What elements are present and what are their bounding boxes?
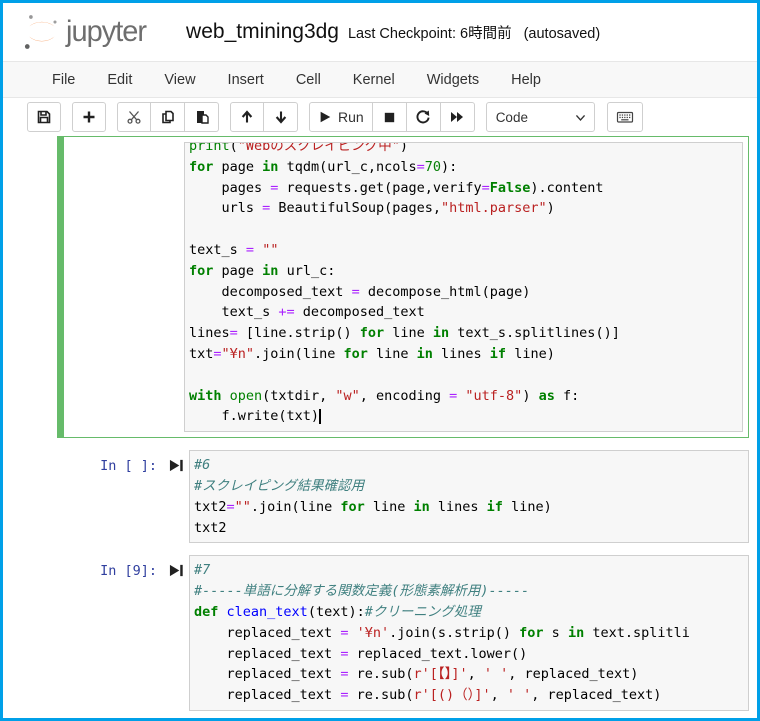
save-icon — [36, 109, 52, 125]
run-this-cell-button[interactable] — [169, 562, 184, 584]
run-this-cell-icon — [169, 457, 184, 474]
cell-prompt-column: In [9]: — [57, 555, 189, 711]
paste-icon — [194, 109, 210, 125]
code-line: print("Webのスクレイピング中") — [189, 142, 738, 157]
code-line: urls = BeautifulSoup(pages,"html.parser"… — [189, 198, 738, 219]
menu-bar: File Edit View Insert Cell Kernel Widget… — [3, 61, 757, 98]
code-line: with open(txtdir, "w", encoding = "utf-8… — [189, 386, 738, 407]
run-this-cell-button[interactable] — [169, 457, 184, 479]
jupyter-logo[interactable]: jupyter — [20, 11, 146, 53]
paste-button[interactable] — [185, 102, 219, 132]
cell-prompt-column: In [ ]: — [57, 450, 189, 543]
add-cell-button[interactable] — [72, 102, 106, 132]
notebook-area: print("Webのスクレイピング中")for page in tqdm(ur… — [3, 136, 757, 721]
code-line: text_s += decomposed_text — [189, 302, 738, 323]
move-cell-down-button[interactable] — [264, 102, 298, 132]
code-line: replaced_text = '¥n'.join(s.strip() for … — [194, 623, 744, 644]
move-up-icon — [239, 109, 255, 125]
code-line: #スクレイピング結果確認用 — [194, 476, 744, 497]
code-line: pages = requests.get(page,verify=False).… — [189, 178, 738, 199]
code-line: #6 — [194, 455, 744, 476]
stop-icon — [382, 110, 397, 125]
copy-button[interactable] — [151, 102, 185, 132]
code-line: txt2="".join(line for line in lines if l… — [194, 497, 744, 518]
move-down-icon — [273, 109, 289, 125]
restart-kernel-button[interactable] — [407, 102, 441, 132]
notebook-header: jupyter web_tmining3dg Last Checkpoint: … — [3, 3, 757, 61]
restart-kernel-icon — [415, 109, 431, 125]
code-line: lines= [line.strip() for line in text_s.… — [189, 323, 738, 344]
code-line: for page in url_c: — [189, 261, 738, 282]
input-prompt: In [9]: — [100, 562, 157, 580]
run-icon — [318, 110, 332, 124]
code-cell[interactable]: In [9]: #7#-----単語に分解する関数定義(形態素解析用)-----d… — [57, 555, 749, 711]
cell-prompt-column — [58, 142, 184, 432]
code-line: decomposed_text = decompose_html(page) — [189, 282, 738, 303]
chevron-down-icon — [574, 111, 587, 124]
menu-cell[interactable]: Cell — [280, 64, 337, 96]
text-cursor — [319, 409, 321, 424]
menu-file[interactable]: File — [36, 64, 91, 96]
input-prompt: In [ ]: — [100, 457, 157, 475]
code-line: def clean_text(text):#クリーニング処理 — [194, 602, 744, 623]
copy-icon — [160, 109, 176, 125]
code-line: txt="¥n".join(line for line in lines if … — [189, 344, 738, 365]
menu-insert[interactable]: Insert — [212, 64, 280, 96]
code-line: replaced_text = re.sub(r'[【】]', ' ', rep… — [194, 664, 744, 685]
restart-run-all-icon — [449, 109, 465, 125]
notebook-title[interactable]: web_tmining3dg — [186, 20, 339, 44]
code-editor[interactable]: #7#-----単語に分解する関数定義(形態素解析用)-----def clea… — [189, 555, 749, 711]
code-line — [189, 219, 738, 240]
keyboard-icon — [616, 109, 634, 125]
cut-icon — [126, 109, 142, 125]
titlebar: web_tmining3dg Last Checkpoint: 6時間前 (au… — [186, 20, 600, 44]
add-cell-icon — [81, 109, 97, 125]
code-line: for page in tqdm(url_c,ncols=70): — [189, 157, 738, 178]
code-editor[interactable]: #6#スクレイピング結果確認用txt2="".join(line for lin… — [189, 450, 749, 543]
restart-run-all-button[interactable] — [441, 102, 475, 132]
code-line: text_s = "" — [189, 240, 738, 261]
code-cell[interactable]: In [ ]: #6#スクレイピング結果確認用txt2="".join(line … — [57, 450, 749, 543]
run-button[interactable]: Run — [309, 102, 373, 132]
command-palette-button[interactable] — [607, 102, 643, 132]
code-line: f.write(txt) — [189, 406, 738, 427]
jupyter-logo-text: jupyter — [66, 15, 146, 49]
menu-widgets[interactable]: Widgets — [411, 64, 495, 96]
code-line: replaced_text = re.sub(r'[()（）]', ' ', r… — [194, 685, 744, 706]
move-cell-up-button[interactable] — [230, 102, 264, 132]
cell-type-select[interactable]: Code — [486, 102, 595, 132]
jupyter-logo-icon — [20, 11, 60, 53]
code-line: replaced_text = replaced_text.lower() — [194, 644, 744, 665]
checkpoint-status: Last Checkpoint: 6時間前 — [348, 22, 512, 43]
autosave-status: (autosaved) — [524, 26, 601, 42]
menu-help[interactable]: Help — [495, 64, 557, 96]
code-line — [189, 365, 738, 386]
code-line: #-----単語に分解する関数定義(形態素解析用)----- — [194, 581, 744, 602]
code-line: #7 — [194, 560, 744, 581]
menu-edit[interactable]: Edit — [91, 64, 148, 96]
interrupt-kernel-button[interactable] — [373, 102, 407, 132]
save-button[interactable] — [27, 102, 61, 132]
code-line: txt2 — [194, 518, 744, 539]
code-editor[interactable]: print("Webのスクレイピング中")for page in tqdm(ur… — [184, 142, 743, 432]
menu-kernel[interactable]: Kernel — [337, 64, 411, 96]
cut-button[interactable] — [117, 102, 151, 132]
cell-type-value: Code — [496, 110, 528, 125]
run-button-label: Run — [338, 109, 364, 125]
code-cell[interactable]: print("Webのスクレイピング中")for page in tqdm(ur… — [57, 136, 749, 438]
app-window: jupyter web_tmining3dg Last Checkpoint: … — [0, 0, 760, 721]
run-this-cell-icon — [169, 562, 184, 579]
menu-view[interactable]: View — [148, 64, 211, 96]
toolbar: Run Code — [3, 98, 757, 136]
